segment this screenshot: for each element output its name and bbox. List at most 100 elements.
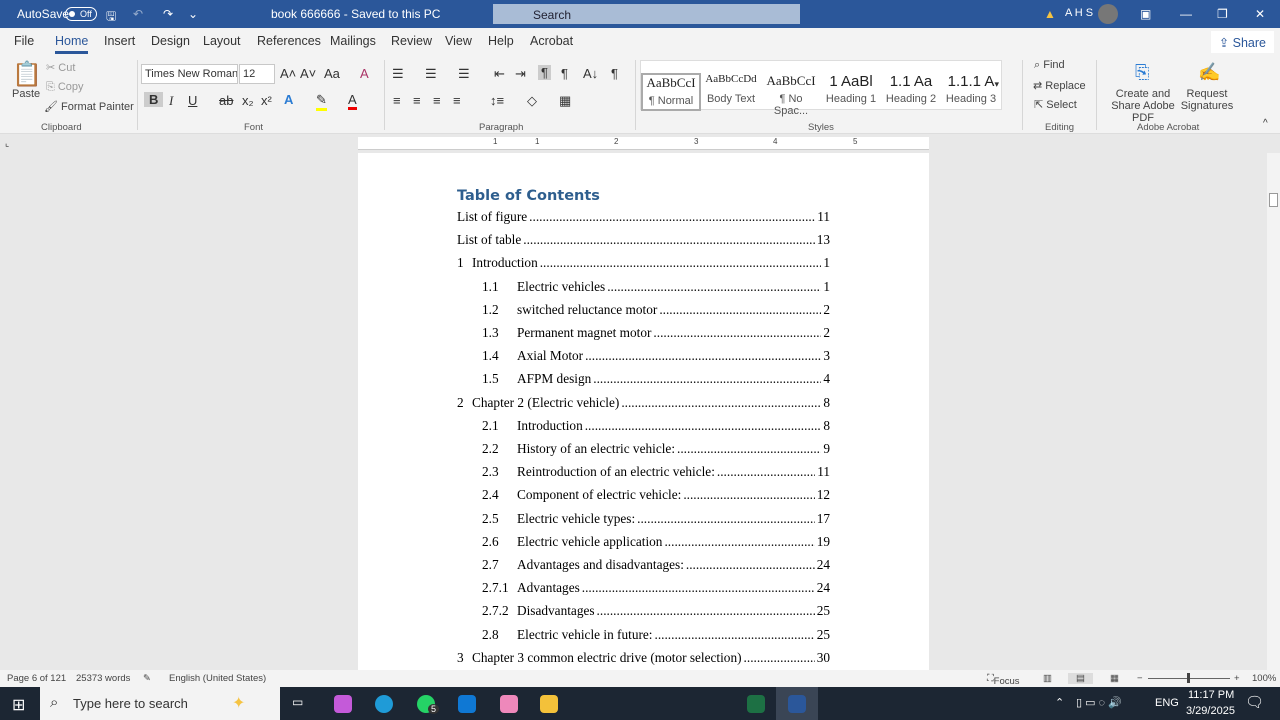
bullets-icon[interactable]: ☰	[392, 66, 404, 82]
borders-icon[interactable]: ▦	[559, 93, 571, 109]
clock-date[interactable]: 3/29/2025	[1186, 705, 1235, 717]
decrease-indent-icon[interactable]: ⇤	[494, 66, 505, 82]
toc-entry[interactable]: List of figure 11	[358, 209, 929, 227]
zoom-level[interactable]: 100%	[1252, 673, 1276, 684]
toc-entry[interactable]: 2.6 Electric vehicle application 19	[358, 534, 929, 552]
replace-button[interactable]: ⇄ Replace	[1033, 79, 1086, 92]
read-mode-icon[interactable]: ▥	[1043, 673, 1052, 684]
show-formatting-icon[interactable]: ¶	[611, 66, 618, 81]
toc-entry[interactable]: 2.8 Electric vehicle in future: 25	[358, 627, 929, 645]
search-box[interactable]: Search	[493, 4, 800, 24]
tab-references[interactable]: References	[257, 34, 321, 48]
paste-button[interactable]: Paste	[12, 88, 40, 100]
app-icon[interactable]	[500, 695, 518, 713]
focus-button[interactable]: ⛶ Focus	[987, 673, 1020, 687]
toc-entry[interactable]: 2.1 Introduction 8	[358, 418, 929, 436]
font-size-select[interactable]: 12	[239, 64, 275, 84]
document-title[interactable]: book 666666 - Saved to this PC	[271, 7, 440, 21]
tab-selector-icon[interactable]: ⌞	[5, 138, 9, 149]
align-left-icon[interactable]: ≡	[393, 93, 401, 108]
tab-review[interactable]: Review	[391, 34, 432, 48]
zoom-out-icon[interactable]: −	[1137, 673, 1143, 684]
strikethrough-button[interactable]: ab	[219, 93, 233, 108]
redo-icon[interactable]: ↷	[163, 7, 173, 21]
zoom-slider-thumb[interactable]	[1187, 673, 1190, 683]
tab-view[interactable]: View	[445, 34, 472, 48]
edge-icon[interactable]	[375, 695, 393, 713]
notifications-icon[interactable]: 🗨	[1245, 693, 1264, 711]
ltr-icon[interactable]: ¶	[538, 65, 551, 80]
clear-formatting-icon[interactable]: A	[360, 66, 369, 81]
style-no-spacing[interactable]: AaBbCcI ¶ No Spac...	[761, 73, 821, 117]
save-icon[interactable]: 🖫	[106, 7, 116, 28]
windows-start-icon[interactable]: ⊞	[12, 695, 25, 715]
font-name-select[interactable]: Times New Roman	[141, 64, 238, 84]
font-color-icon[interactable]: A	[348, 92, 357, 110]
proofing-icon[interactable]: ✎	[143, 673, 151, 684]
tray-icons[interactable]: ▯ ▭ ◌ 🔊	[1076, 696, 1122, 709]
style-heading-3[interactable]: 1.1.1 A Heading 3	[941, 73, 1001, 111]
style-heading-1[interactable]: 1 AaBl Heading 1	[821, 73, 881, 111]
clock-time[interactable]: 11:17 PM	[1188, 689, 1234, 701]
tab-file[interactable]: File	[14, 34, 34, 48]
request-signatures-button[interactable]: Request Signatures	[1180, 88, 1234, 112]
zoom-in-icon[interactable]: +	[1234, 673, 1240, 684]
tray-overflow-icon[interactable]: ⌃	[1055, 696, 1064, 709]
toc-entry[interactable]: List of table 13	[358, 232, 929, 250]
create-pdf-icon[interactable]: ⎘	[1135, 62, 1149, 83]
word-count[interactable]: 25373 words	[76, 673, 130, 684]
format-painter-button[interactable]: 🖌 Format Painter	[44, 100, 134, 113]
italic-button[interactable]: I	[169, 93, 173, 109]
styles-more-icon[interactable]: ▾	[994, 79, 999, 90]
style-heading-2[interactable]: 1.1 Aa Heading 2	[881, 73, 941, 111]
paste-icon[interactable]: 📋	[12, 60, 42, 89]
toc-entry[interactable]: 1.1 Electric vehicles 1	[358, 279, 929, 297]
print-layout-icon[interactable]: ▤	[1068, 673, 1093, 684]
highlight-icon[interactable]: ✎	[316, 92, 327, 111]
warning-icon[interactable]: ▲	[1044, 7, 1056, 21]
tab-mailings[interactable]: Mailings	[330, 34, 376, 48]
tab-help[interactable]: Help	[488, 34, 514, 48]
word-taskbar-button[interactable]	[776, 687, 818, 720]
toc-entry[interactable]: 2.4 Component of electric vehicle: 12	[358, 487, 929, 505]
file-explorer-icon[interactable]	[540, 695, 558, 713]
document-page[interactable]: Table of Contents List of figure11List o…	[358, 153, 929, 670]
toc-entry[interactable]: 1.4 Axial Motor 3	[358, 348, 929, 366]
restore-icon[interactable]: ❐	[1217, 7, 1228, 21]
tab-design[interactable]: Design	[151, 34, 190, 48]
language[interactable]: English (United States)	[169, 673, 266, 684]
scroll-thumb[interactable]	[1269, 193, 1278, 207]
horizontal-ruler[interactable]: 1 1 2 3 4 5	[358, 137, 929, 150]
create-pdf-button[interactable]: Create and Share Adobe PDF	[1102, 88, 1184, 124]
text-effects-icon[interactable]: A	[284, 92, 293, 107]
shrink-font-icon[interactable]: A˅	[300, 66, 316, 81]
user-name[interactable]: A H S	[1065, 7, 1093, 19]
toc-entry[interactable]: 2 Chapter 2 (Electric vehicle) 8	[358, 395, 929, 413]
tab-layout[interactable]: Layout	[203, 34, 241, 48]
sort-icon[interactable]: A↓	[583, 66, 598, 81]
toc-entry[interactable]: 1 Introduction 1	[358, 255, 929, 273]
shading-icon[interactable]: ◇	[527, 93, 537, 109]
task-view-icon[interactable]: ▭	[292, 695, 303, 709]
toc-entry[interactable]: 2.2 History of an electric vehicle: 9	[358, 441, 929, 459]
find-button[interactable]: ⌕ Find	[1034, 59, 1065, 72]
minimize-icon[interactable]: —	[1180, 7, 1192, 21]
numbering-icon[interactable]: ☰	[425, 66, 437, 82]
change-case-icon[interactable]: Aa	[324, 66, 340, 81]
autosave-toggle[interactable]: Off	[65, 7, 97, 21]
style-body-text[interactable]: AaBbCcDd Body Text	[701, 73, 761, 111]
multilevel-list-icon[interactable]: ☰	[458, 66, 470, 82]
tab-acrobat[interactable]: Acrobat	[530, 34, 573, 48]
toc-entry[interactable]: 2.5 Electric vehicle types: 17	[358, 511, 929, 529]
rtl-icon[interactable]: ¶	[561, 66, 568, 81]
tab-insert[interactable]: Insert	[104, 34, 135, 48]
cut-button[interactable]: ✂ Cut	[46, 61, 75, 74]
toc-entry[interactable]: 1.5 AFPM design 4	[358, 371, 929, 389]
subscript-button[interactable]: x₂	[242, 93, 254, 108]
ribbon-display-icon[interactable]: ▣	[1140, 7, 1151, 21]
vertical-scrollbar[interactable]	[1267, 153, 1280, 670]
increase-indent-icon[interactable]: ⇥	[515, 66, 526, 82]
toc-entry[interactable]: 2.7 Advantages and disadvantages: 24	[358, 557, 929, 575]
line-spacing-icon[interactable]: ↕≡	[490, 93, 504, 108]
toc-entry[interactable]: 2.7.1 Advantages 24	[358, 580, 929, 598]
